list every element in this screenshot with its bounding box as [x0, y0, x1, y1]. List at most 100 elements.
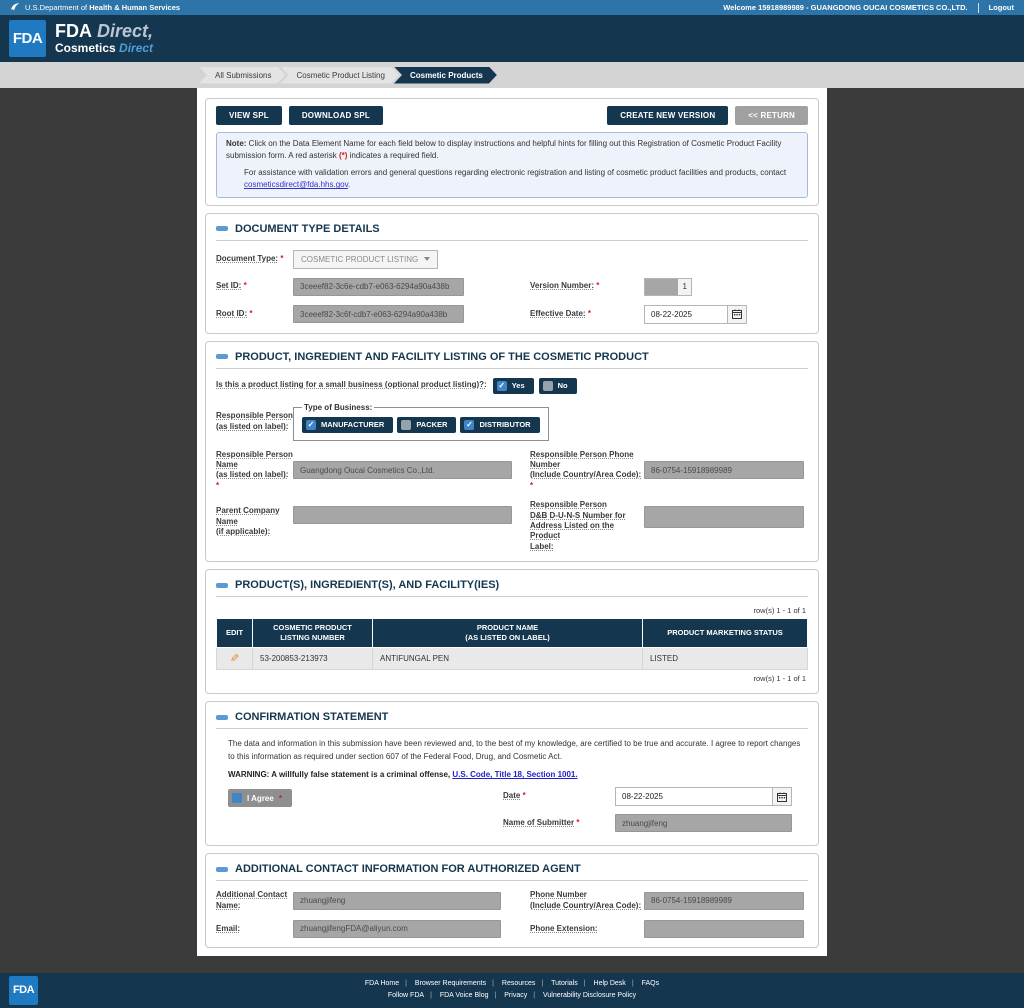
- footer-link-faqs[interactable]: FAQs: [639, 980, 663, 987]
- breadcrumb-all-submissions[interactable]: All Submissions: [199, 67, 285, 84]
- collapse-icon[interactable]: [216, 226, 228, 232]
- section-title: CONFIRMATION STATEMENT: [235, 711, 389, 724]
- edit-pencil-icon[interactable]: ✎: [230, 652, 239, 665]
- rp-name-label[interactable]: Responsible Person Name (as listed on la…: [216, 450, 293, 492]
- welcome-text: Welcome 15918989989 - GUANGDONG OUCAI CO…: [723, 3, 968, 12]
- additional-contact-name-field: zhuangjifeng: [293, 891, 501, 910]
- app-header: FDA FDA Direct, Cosmetics Direct: [0, 15, 1024, 62]
- product-listing-section: PRODUCT, INGREDIENT AND FACILITY LISTING…: [205, 340, 819, 563]
- assistance-text: For assistance with validation errors an…: [244, 167, 787, 190]
- rp-phone-label[interactable]: Responsible Person Phone Number (Include…: [530, 450, 644, 492]
- breadcrumb-cosmetic-products[interactable]: Cosmetic Products: [394, 67, 497, 84]
- duns-label[interactable]: Responsible Person D&B D-U-N-S Number fo…: [530, 500, 644, 552]
- document-type-section: DOCUMENT TYPE DETAILS Document Type: * C…: [205, 212, 819, 334]
- contact-phone-label[interactable]: Phone Number (Include Country/Area Code)…: [530, 890, 644, 911]
- section-title: PRODUCT, INGREDIENT AND FACILITY LISTING…: [235, 350, 649, 363]
- document-type-select[interactable]: COSMETIC PRODUCT LISTING: [293, 249, 438, 269]
- responsible-person-label[interactable]: Responsible Person (as listed on label):: [216, 411, 293, 432]
- note-text: Note: Click on the Data Element Name for…: [226, 139, 782, 161]
- footer-link-privacy[interactable]: Privacy: [501, 992, 530, 999]
- type-of-business-group: Type of Business: MANUFACTURER PACKER DI…: [293, 402, 549, 441]
- rowcount-top: row(s) 1 - 1 of 1: [753, 606, 806, 616]
- phone-extension-label[interactable]: Phone Extension:: [530, 924, 644, 934]
- email-label[interactable]: Email:: [216, 924, 293, 934]
- version-number-label[interactable]: Version Number: *: [530, 281, 644, 291]
- effective-date-label[interactable]: Effective Date: *: [530, 309, 644, 319]
- document-type-label[interactable]: Document Type: *: [216, 254, 293, 264]
- view-spl-button[interactable]: VIEW SPL: [216, 106, 282, 125]
- edit-cell: ✎: [216, 647, 253, 671]
- app-subtitle: Cosmetics Direct: [55, 40, 154, 55]
- footer-link-tutorials[interactable]: Tutorials: [548, 980, 581, 987]
- version-number-field: 1: [644, 277, 692, 296]
- toolbar-card: VIEW SPL DOWNLOAD SPL CREATE NEW VERSION…: [205, 98, 819, 206]
- rp-name-field: Guangdong Oucai Cosmetics Co.,Ltd.: [293, 461, 512, 480]
- footer-link-fda-voice-blog[interactable]: FDA Voice Blog: [437, 992, 492, 999]
- contact-email-link[interactable]: cosmeticsdirect@fda.hhs.gov: [244, 180, 348, 189]
- return-button[interactable]: << RETURN: [735, 106, 808, 125]
- toolbar: VIEW SPL DOWNLOAD SPL CREATE NEW VERSION…: [216, 106, 808, 125]
- parent-company-field: [293, 506, 512, 525]
- additional-contact-section: ADDITIONAL CONTACT INFORMATION FOR AUTHO…: [205, 853, 819, 948]
- footer-link-follow-fda[interactable]: Follow FDA: [385, 992, 427, 999]
- section-header: PRODUCT, INGREDIENT AND FACILITY LISTING…: [216, 349, 808, 369]
- additional-contact-name-label[interactable]: Additional Contact Name:: [216, 890, 293, 911]
- section-header: CONFIRMATION STATEMENT: [216, 709, 808, 730]
- i-agree-button[interactable]: I Agree *: [228, 789, 292, 808]
- effective-date-input[interactable]: 08-22-2025: [644, 304, 728, 324]
- footer-link-vulnerability-disclosure[interactable]: Vulnerability Disclosure Policy: [540, 992, 639, 999]
- fda-logo: FDA: [9, 20, 46, 57]
- col-edit: EDIT: [216, 618, 253, 649]
- collapse-icon[interactable]: [216, 582, 228, 588]
- app-footer: FDA FDA Home | Browser Requirements | Reso…: [0, 972, 1024, 1008]
- type-of-business-legend: Type of Business:: [304, 402, 373, 412]
- phone-extension-field: [644, 919, 804, 938]
- parent-company-label[interactable]: Parent Company Name (if applicable):: [216, 506, 293, 537]
- distributor-checkbox[interactable]: DISTRIBUTOR: [460, 416, 540, 433]
- col-product-name: PRODUCT NAME (AS LISTED ON LABEL): [372, 618, 643, 649]
- department-label: U.S.Department of Health & Human Service…: [25, 3, 181, 12]
- rowcount-bottom: row(s) 1 - 1 of 1: [753, 674, 806, 684]
- collapse-icon[interactable]: [216, 354, 228, 360]
- warning-text: WARNING: A willfully false statement is …: [228, 770, 578, 780]
- hhs-eagle-icon: [10, 2, 20, 14]
- product-name-cell: ANTIFUNGAL PEN: [372, 647, 643, 671]
- footer-link-resources[interactable]: Resources: [499, 980, 538, 987]
- divider: [977, 2, 979, 13]
- listing-number-cell: 53-200853-213973: [252, 647, 373, 671]
- products-section: PRODUCT(S), INGREDIENT(S), AND FACILITY(…: [205, 569, 819, 695]
- create-new-version-button[interactable]: CREATE NEW VERSION: [607, 106, 729, 125]
- section-title: PRODUCT(S), INGREDIENT(S), AND FACILITY(…: [235, 579, 500, 592]
- set-id-label[interactable]: Set ID: *: [216, 281, 293, 291]
- collapse-icon[interactable]: [216, 866, 228, 872]
- small-business-label[interactable]: Is this a product listing for a small bu…: [216, 380, 487, 390]
- manufacturer-checkbox[interactable]: MANUFACTURER: [302, 416, 394, 433]
- small-business-yes-button[interactable]: Yes: [492, 377, 534, 394]
- footer-link-fda-home[interactable]: FDA Home: [362, 980, 402, 987]
- root-id-label[interactable]: Root ID: *: [216, 309, 293, 319]
- date-label[interactable]: Date *: [503, 791, 615, 801]
- main-content: VIEW SPL DOWNLOAD SPL CREATE NEW VERSION…: [197, 88, 827, 956]
- set-id-field: 3ceeef82-3c6e-cdb7-e063-6294a90a438b: [293, 277, 464, 296]
- section-title: DOCUMENT TYPE DETAILS: [235, 222, 380, 235]
- chevron-down-icon: [424, 257, 430, 262]
- download-spl-button[interactable]: DOWNLOAD SPL: [288, 106, 384, 125]
- submitter-label[interactable]: Name of Submitter *: [503, 818, 615, 828]
- footer-link-browser-requirements[interactable]: Browser Requirements: [412, 980, 489, 987]
- checkbox-checked-icon: [496, 380, 507, 391]
- packer-checkbox[interactable]: PACKER: [397, 416, 457, 433]
- breadcrumb-cosmetic-product-listing[interactable]: Cosmetic Product Listing: [280, 67, 398, 84]
- products-table: EDIT COSMETIC PRODUCT LISTING NUMBER PROD…: [216, 618, 808, 671]
- confirmation-statement: The data and information in this submiss…: [228, 739, 801, 761]
- small-business-no-button[interactable]: No: [538, 377, 577, 394]
- checkbox-checked-icon: [464, 419, 475, 430]
- checkbox-checked-icon: [232, 793, 242, 804]
- footer-link-help-desk[interactable]: Help Desk: [591, 980, 629, 987]
- confirmation-section: CONFIRMATION STATEMENT The data and info…: [205, 701, 819, 847]
- collapse-icon[interactable]: [216, 714, 228, 720]
- duns-field: [644, 506, 804, 529]
- logout-link[interactable]: Logout: [989, 3, 1014, 12]
- calendar-icon[interactable]: [728, 304, 747, 324]
- col-marketing-status: PRODUCT MARKETING STATUS: [642, 618, 808, 649]
- us-code-link[interactable]: U.S. Code, Title 18, Section 1001.: [452, 770, 577, 779]
